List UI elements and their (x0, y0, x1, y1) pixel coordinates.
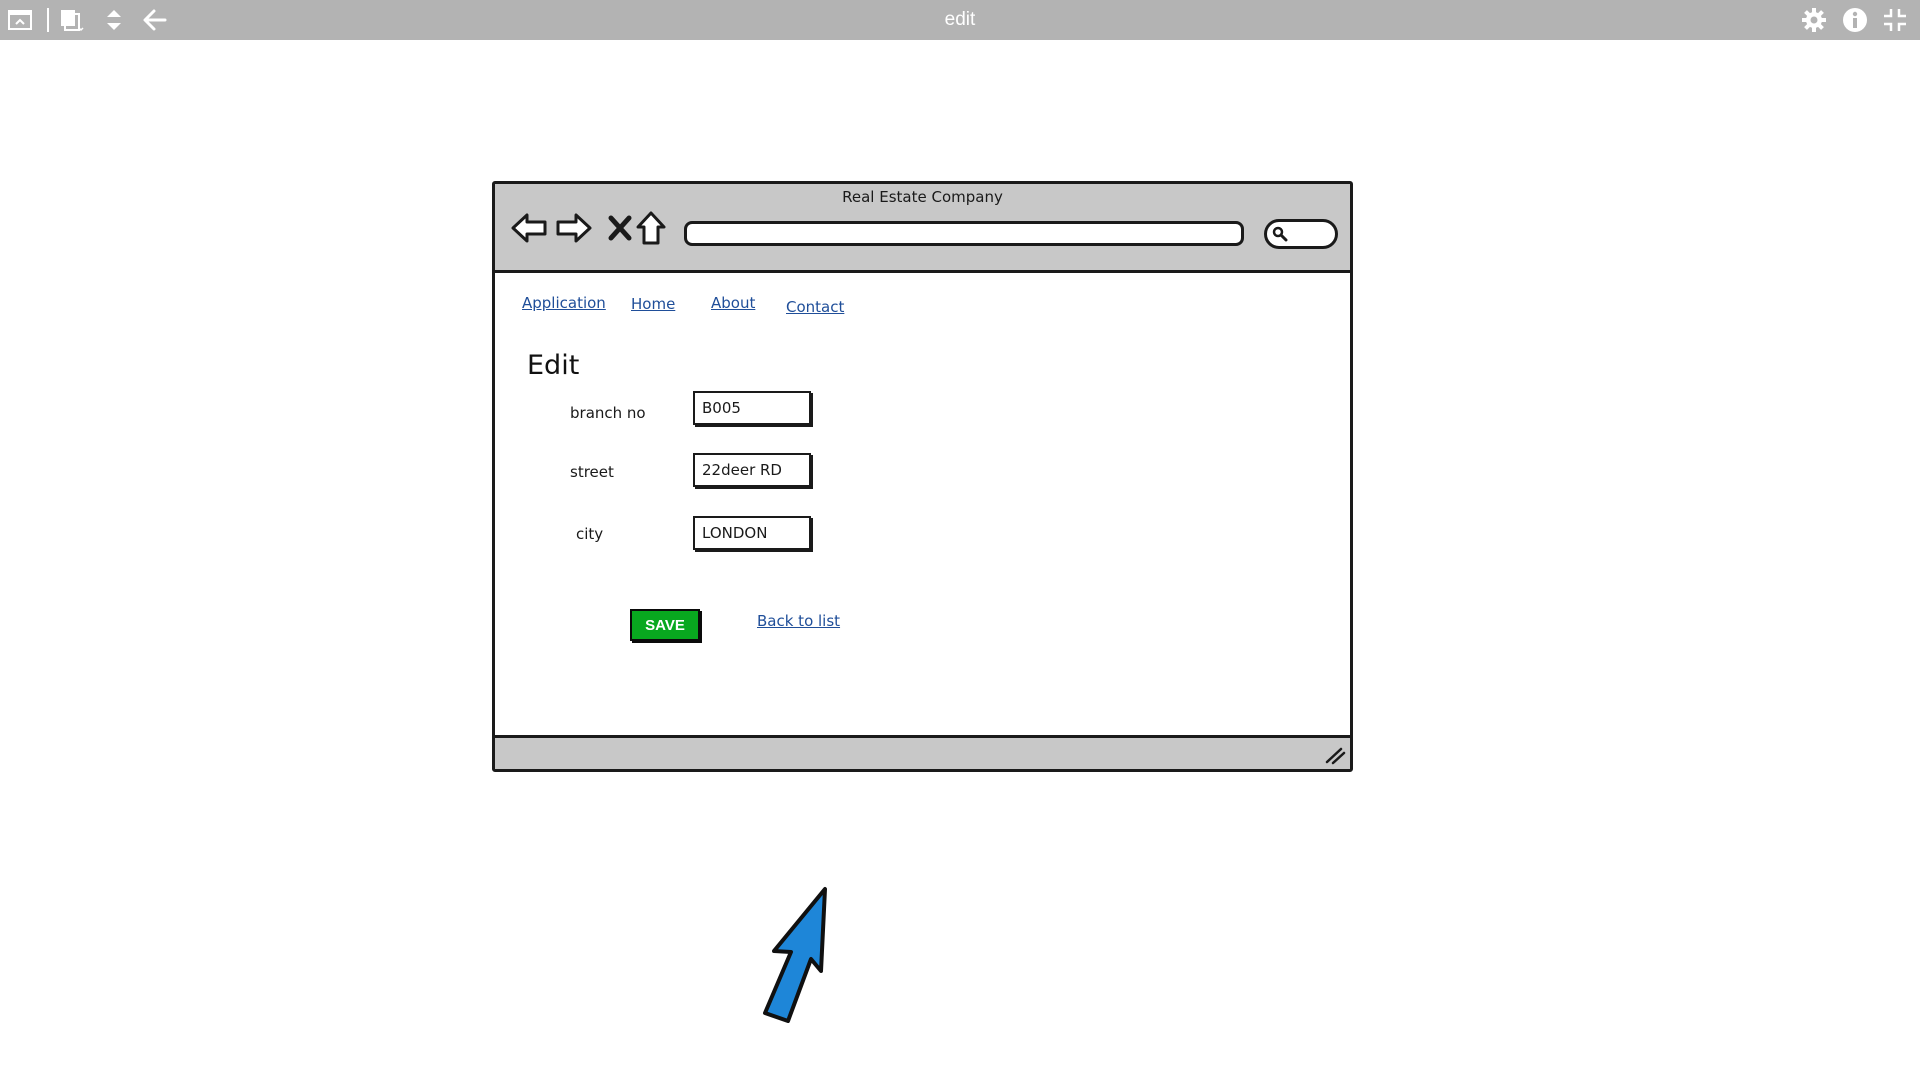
page-title: Edit (527, 350, 580, 381)
street-label: street (570, 463, 614, 481)
save-button[interactable]: SAVE (630, 609, 700, 641)
browser-title: Real Estate Company (842, 188, 1003, 206)
app-toolbar: edit (0, 0, 1920, 40)
back-arrow-icon[interactable] (140, 6, 168, 34)
nav-link-contact[interactable]: Contact (786, 298, 844, 316)
window-icon[interactable] (6, 6, 34, 34)
address-bar[interactable] (684, 221, 1244, 246)
city-input[interactable]: LONDON (693, 516, 811, 550)
pointer-arrow-icon (763, 887, 827, 1023)
sort-icon[interactable] (100, 6, 128, 34)
collapse-icon[interactable] (1881, 6, 1909, 34)
nav-link-home[interactable]: Home (631, 295, 675, 313)
app-title: edit (944, 9, 976, 30)
branch-no-label: branch no (570, 404, 646, 422)
resize-grip-icon[interactable] (1324, 745, 1346, 765)
street-input[interactable]: 22deer RD (693, 453, 811, 487)
branch-no-input[interactable]: B005 (693, 391, 811, 425)
nav-link-about[interactable]: About (711, 294, 755, 312)
nav-link-application[interactable]: Application (522, 294, 606, 312)
city-label: city (576, 525, 604, 543)
browser-window: Real Estate Company Application Home Abo… (492, 181, 1353, 772)
gear-icon[interactable] (1800, 6, 1828, 34)
page-content: Application Home About Contact Edit bran… (495, 276, 1350, 729)
pages-icon[interactable] (58, 6, 86, 34)
browser-search-field[interactable] (1264, 219, 1338, 249)
back-icon[interactable] (509, 208, 549, 248)
home-icon[interactable] (631, 208, 671, 248)
browser-status-bar (495, 735, 1350, 769)
forward-icon[interactable] (554, 208, 594, 248)
back-to-list-link[interactable]: Back to list (757, 612, 840, 630)
browser-chrome: Real Estate Company (495, 184, 1350, 273)
search-icon (1272, 226, 1288, 242)
info-icon[interactable] (1841, 6, 1869, 34)
toolbar-separator (47, 8, 49, 32)
